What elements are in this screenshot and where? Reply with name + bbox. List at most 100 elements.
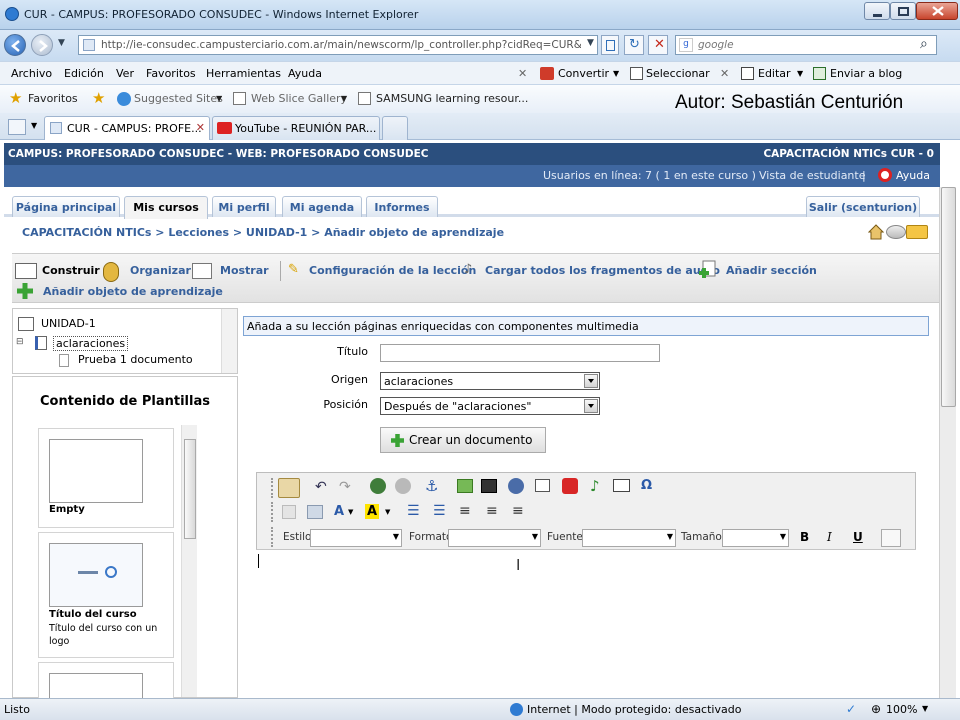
close-toolbar2-icon[interactable]: ✕	[720, 67, 729, 80]
flash-icon[interactable]	[508, 478, 524, 494]
menu-view[interactable]: Ver	[116, 67, 134, 80]
build-button[interactable]: Construir	[42, 264, 100, 277]
image-icon[interactable]	[457, 479, 473, 493]
title-input[interactable]	[380, 344, 660, 362]
quick-tabs-icon[interactable]	[8, 119, 26, 135]
folder-icon[interactable]	[906, 225, 928, 239]
align-left-icon[interactable]: ≡	[459, 503, 471, 519]
webslice-dropdown-icon[interactable]: ▼	[341, 94, 347, 103]
maximize-button[interactable]	[890, 2, 916, 20]
select-button[interactable]: Seleccionar	[646, 67, 710, 80]
zone-text[interactable]: Internet | Modo protegido: desactivado	[527, 703, 741, 716]
close-tab-icon[interactable]: ✕	[196, 121, 205, 134]
anchor-icon[interactable]: ⚓	[425, 477, 438, 495]
align-center-icon[interactable]: ≡	[486, 503, 498, 519]
tab-my-profile[interactable]: Mi perfil	[212, 196, 276, 217]
video-icon[interactable]	[481, 479, 497, 493]
media-icon[interactable]	[535, 479, 550, 492]
show-button[interactable]: Mostrar	[220, 264, 269, 277]
new-tab-button[interactable]	[382, 116, 408, 140]
tab-my-courses[interactable]: Mis cursos	[124, 196, 208, 219]
zoom-level[interactable]: 100%	[886, 703, 917, 716]
size-dropdown-icon[interactable]: ▼	[780, 532, 786, 541]
menu-edit[interactable]: Edición	[64, 67, 104, 80]
browser-tab-youtube[interactable]: YouTube - REUNIÓN PAR...	[212, 116, 380, 140]
upload-audio-button[interactable]: Cargar todos los fragmentos de audio	[485, 264, 720, 277]
menu-tools[interactable]: Herramientas	[206, 67, 281, 80]
numbered-list-icon[interactable]: ☰	[407, 503, 420, 519]
position-select[interactable]: Después de "aclaraciones"	[380, 397, 600, 415]
convert-dropdown-icon[interactable]: ▼	[613, 69, 619, 78]
lesson-config-button[interactable]: Configuración de la lección	[309, 264, 476, 277]
disc-icon[interactable]	[886, 225, 906, 239]
templates-scrollbar[interactable]	[181, 425, 197, 697]
template-course-title[interactable]: Título del curso Título del curso con un…	[38, 532, 174, 658]
favorites-button[interactable]: Favoritos	[28, 92, 78, 105]
compatibility-button[interactable]	[601, 35, 619, 55]
edit-button[interactable]: Editar	[758, 67, 791, 80]
edit-dropdown-icon[interactable]: ▼	[797, 69, 803, 78]
add-favorite-icon[interactable]: ★	[92, 89, 105, 107]
editor-content-area[interactable]: I	[256, 549, 916, 698]
create-document-button[interactable]: Crear un documento	[380, 427, 546, 453]
back-button[interactable]	[4, 34, 26, 56]
source-view-icon[interactable]	[881, 529, 901, 547]
template-third[interactable]	[38, 662, 174, 699]
minimize-button[interactable]	[864, 2, 890, 20]
tree-collapse-icon[interactable]: ⊟	[16, 337, 24, 347]
italic-button[interactable]: I	[827, 530, 832, 544]
breadcrumb[interactable]: CAPACITACIÓN NTICs > Lecciones > UNIDAD-…	[22, 226, 504, 239]
organize-button[interactable]: Organizar	[130, 264, 191, 277]
text-color-dropdown-icon[interactable]: ▼	[348, 508, 353, 516]
remove-format-icon[interactable]	[282, 505, 296, 519]
tree-scrollbar[interactable]	[221, 309, 237, 373]
audio-icon[interactable]: ♪	[590, 477, 600, 495]
font-combo[interactable]: ▼	[582, 529, 676, 547]
format-combo[interactable]: ▼	[448, 529, 541, 547]
help-link[interactable]: Ayuda	[896, 169, 930, 182]
convert-button[interactable]: Convertir	[558, 67, 609, 80]
tab-my-agenda[interactable]: Mi agenda	[282, 196, 362, 217]
address-bar[interactable]: http://ie-consudec.campusterciario.com.a…	[78, 35, 598, 55]
add-section-button[interactable]: Añadir sección	[726, 264, 817, 277]
style-combo[interactable]: ▼	[310, 529, 402, 547]
tree-child[interactable]: aclaraciones	[53, 336, 129, 351]
align-right-icon[interactable]: ≡	[512, 503, 524, 519]
zoom-icon[interactable]: ⊕	[871, 702, 881, 716]
tree-root[interactable]: UNIDAD-1	[41, 317, 96, 330]
add-learning-object-button[interactable]: Añadir objeto de aprendizaje	[43, 285, 223, 298]
special-char-icon[interactable]: Ω	[641, 478, 652, 493]
search-box[interactable]: g google	[675, 35, 937, 55]
zoom-dropdown-icon[interactable]: ▼	[922, 704, 928, 713]
tab-list-dropdown-icon[interactable]: ▼	[31, 121, 37, 130]
underline-button[interactable]: U	[853, 530, 863, 544]
close-toolbar-icon[interactable]: ✕	[518, 67, 527, 80]
address-dropdown-icon[interactable]: ▼	[587, 38, 594, 48]
tree-grandchild[interactable]: Prueba 1 documento	[78, 353, 193, 366]
format-dropdown-icon[interactable]: ▼	[532, 532, 538, 541]
origin-dropdown-icon[interactable]	[584, 374, 598, 388]
logout-tab[interactable]: Salir (scenturion)	[806, 196, 920, 217]
menu-help[interactable]: Ayuda	[288, 67, 322, 80]
bold-button[interactable]: B	[800, 530, 809, 544]
browser-tab-campus[interactable]: CUR - CAMPUS: PROFE... ✕	[44, 116, 210, 140]
tab-reports[interactable]: Informes	[366, 196, 438, 217]
home-icon[interactable]	[868, 224, 884, 240]
text-color-icon[interactable]: A	[334, 504, 344, 519]
forward-button[interactable]	[31, 34, 53, 56]
samsung-link[interactable]: SAMSUNG learning resour...	[376, 92, 528, 105]
redo-icon[interactable]: ↷	[339, 479, 351, 495]
security-icon[interactable]: ✓	[846, 702, 856, 716]
origin-select[interactable]: aclaraciones	[380, 372, 600, 390]
send-blog-button[interactable]: Enviar a blog	[830, 67, 902, 80]
suggested-dropdown-icon[interactable]: ▼	[216, 94, 222, 103]
youtube-icon[interactable]	[562, 478, 578, 494]
tab-home[interactable]: Página principal	[12, 196, 120, 217]
suggested-sites-link[interactable]: Suggested Sites	[134, 92, 223, 105]
page-scrollbar[interactable]	[939, 187, 956, 698]
position-dropdown-icon[interactable]	[584, 399, 598, 413]
replace-icon[interactable]	[395, 478, 411, 494]
history-dropdown-icon[interactable]: ▼	[58, 38, 65, 48]
menu-file[interactable]: Archivo	[11, 67, 52, 80]
page-scroll-thumb[interactable]	[941, 187, 956, 407]
